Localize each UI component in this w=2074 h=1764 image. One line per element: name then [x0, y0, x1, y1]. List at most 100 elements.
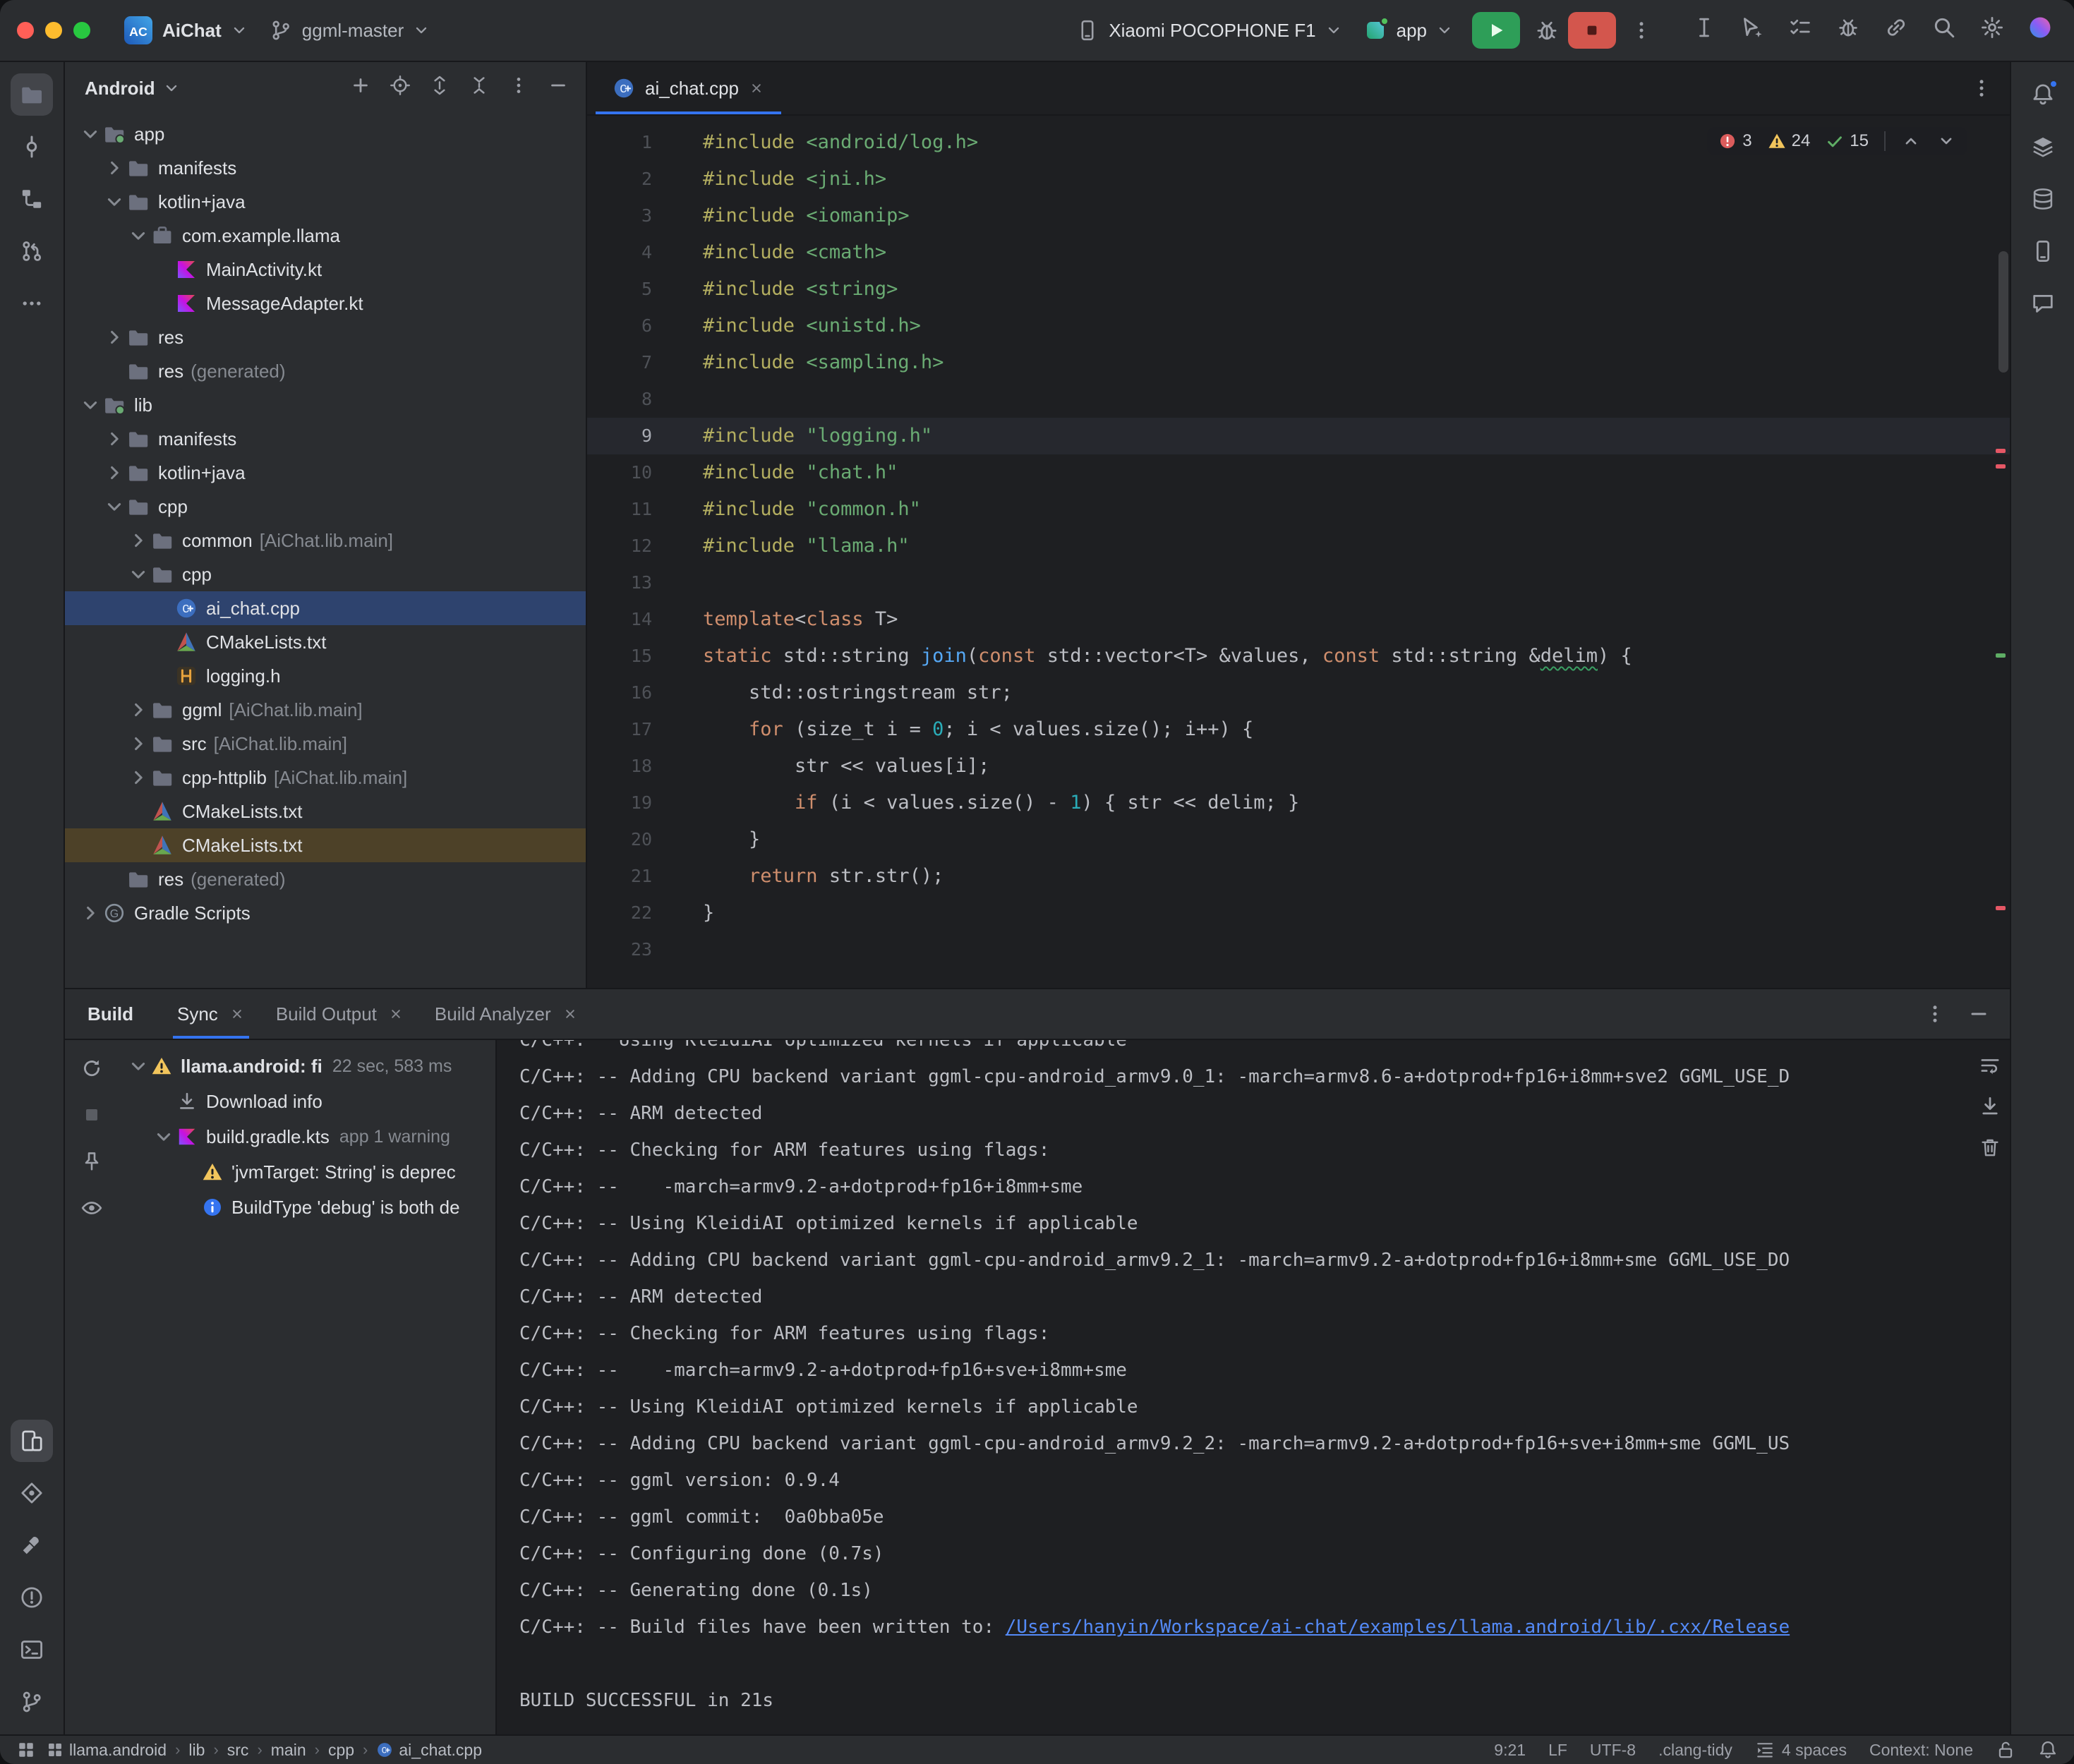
run-config-selector[interactable]: app: [1353, 13, 1464, 47]
tree-item-res[interactable]: res: [65, 320, 586, 354]
build-tool-icon[interactable]: [11, 1524, 53, 1566]
errors-badge[interactable]: 3: [1718, 131, 1752, 151]
editor-tab-options[interactable]: [1970, 62, 2010, 114]
project-selector[interactable]: AC AiChat: [113, 11, 258, 50]
console-link[interactable]: /Users/hanyin/Workspace/ai-chat/examples…: [1006, 1617, 1790, 1638]
pull-requests-tool-icon[interactable]: [11, 230, 53, 272]
tree-chevron-icon[interactable]: [103, 326, 126, 349]
line-number[interactable]: 18: [587, 748, 652, 785]
line-separator-widget[interactable]: LF: [1548, 1741, 1567, 1760]
line-number[interactable]: 19: [587, 785, 652, 821]
soft-wrap-icon[interactable]: [1979, 1054, 2001, 1077]
more-tools-icon[interactable]: [11, 282, 53, 325]
app-insights-icon[interactable]: [1836, 16, 1860, 45]
line-number[interactable]: 22: [587, 895, 652, 931]
hide-panel-icon[interactable]: [1967, 1003, 1990, 1025]
todo-checklist-icon[interactable]: [1788, 16, 1812, 45]
line-number[interactable]: 11: [587, 491, 652, 528]
build-tree-item-llama-android-fi[interactable]: llama.android: fi22 sec, 583 ms: [119, 1049, 495, 1084]
version-control-tool-icon[interactable]: [11, 1681, 53, 1723]
line-number[interactable]: 2: [587, 161, 652, 198]
build-tree-item-download-info[interactable]: Download info: [119, 1084, 495, 1119]
breadcrumb-llama-android[interactable]: llama.android: [47, 1741, 167, 1760]
tree-item-manifests[interactable]: manifests: [65, 151, 586, 185]
commit-tool-icon[interactable]: [11, 126, 53, 168]
line-number[interactable]: 9: [587, 418, 652, 454]
search-icon[interactable]: [1932, 16, 1956, 45]
close-tab-icon[interactable]: [749, 80, 764, 96]
run-more-actions-button[interactable]: [1630, 19, 1653, 42]
close-tab-icon[interactable]: [562, 1006, 578, 1022]
previous-problem-icon[interactable]: [1901, 131, 1921, 151]
app-quality-insights-tool-icon[interactable]: [2022, 282, 2064, 325]
panel-options-icon[interactable]: [508, 75, 529, 102]
line-number[interactable]: 14: [587, 601, 652, 638]
passed-badge[interactable]: 15: [1826, 131, 1869, 151]
build-console[interactable]: C/C++: Using KleidiAI optimized kernels …: [497, 1040, 2010, 1734]
error-stripe-mark[interactable]: [1996, 449, 2006, 453]
line-number[interactable]: 5: [587, 271, 652, 308]
line-number[interactable]: 3: [587, 198, 652, 234]
scroll-to-end-icon[interactable]: [1979, 1095, 2001, 1118]
window-layout-icon[interactable]: [17, 1741, 35, 1759]
editor-tab-ai-chat-cpp[interactable]: C ai_chat.cpp: [596, 62, 781, 114]
tree-item-kotlin-java[interactable]: kotlin+java: [65, 185, 586, 219]
line-number[interactable]: 21: [587, 858, 652, 895]
error-stripe-mark[interactable]: [1996, 906, 2006, 910]
tree-item-lib[interactable]: lib: [65, 388, 586, 422]
zoom-window-button[interactable]: [73, 22, 90, 39]
settings-icon[interactable]: [1980, 16, 2004, 45]
tree-chevron-icon[interactable]: [127, 732, 150, 755]
error-stripe-mark[interactable]: [1996, 653, 2006, 658]
editor-scrollbar[interactable]: [1998, 251, 2008, 373]
clang-tidy-widget[interactable]: .clang-tidy: [1658, 1741, 1732, 1760]
line-number[interactable]: 16: [587, 675, 652, 711]
stop-disabled-icon[interactable]: [80, 1104, 103, 1132]
device-manager-tool-icon[interactable]: [2022, 230, 2064, 272]
indent-widget[interactable]: 4 spaces: [1755, 1740, 1847, 1760]
project-tool-icon[interactable]: [11, 73, 53, 116]
close-tab-icon[interactable]: [229, 1006, 245, 1022]
tree-chevron-icon[interactable]: [127, 766, 150, 789]
tree-chevron-icon[interactable]: [127, 699, 150, 721]
tree-chevron-icon[interactable]: [79, 902, 102, 924]
running-devices-tool-icon[interactable]: [11, 1420, 53, 1462]
line-number[interactable]: 12: [587, 528, 652, 564]
tree-item-cpp[interactable]: cpp: [65, 490, 586, 524]
panel-options-icon[interactable]: [1924, 1003, 1946, 1025]
tree-chevron-icon[interactable]: [152, 1125, 175, 1148]
breadcrumb-main[interactable]: main: [271, 1741, 306, 1760]
line-number[interactable]: 6: [587, 308, 652, 344]
tree-item-src[interactable]: src [AiChat.lib.main]: [65, 727, 586, 761]
add-icon[interactable]: [350, 75, 371, 102]
gradle-tool-icon[interactable]: [2022, 126, 2064, 168]
tree-item-gradle-scripts[interactable]: GGradle Scripts: [65, 896, 586, 930]
tree-item-com-example-llama[interactable]: com.example.llama: [65, 219, 586, 253]
show-options-icon[interactable]: [80, 1197, 103, 1225]
tree-item-cpp[interactable]: cpp: [65, 557, 586, 591]
tree-chevron-icon[interactable]: [103, 461, 126, 484]
tree-chevron-icon[interactable]: [103, 157, 126, 179]
device-link-icon[interactable]: [1884, 16, 1908, 45]
pin-tab-icon[interactable]: [80, 1150, 103, 1178]
tree-chevron-icon[interactable]: [79, 394, 102, 416]
encoding-widget[interactable]: UTF-8: [1590, 1741, 1636, 1760]
project-view-selector[interactable]: Android: [85, 78, 179, 99]
breadcrumb-ai-chat-cpp[interactable]: Cai_chat.cpp: [376, 1741, 482, 1760]
line-number[interactable]: 1: [587, 124, 652, 161]
tree-item-res[interactable]: res (generated): [65, 862, 586, 896]
next-problem-icon[interactable]: [1936, 131, 1956, 151]
tab-sync[interactable]: Sync: [162, 989, 260, 1039]
tree-chevron-icon[interactable]: [103, 495, 126, 518]
notifications-icon[interactable]: [2038, 1740, 2058, 1760]
tab-build-analyzer[interactable]: Build Analyzer: [419, 989, 593, 1039]
tree-item-cmakelists-txt[interactable]: CMakeLists.txt: [65, 795, 586, 828]
line-number[interactable]: 20: [587, 821, 652, 858]
notifications-tool-icon[interactable]: [2022, 73, 2064, 116]
collapse-all-icon[interactable]: [469, 75, 490, 102]
build-tree-item-buildtype-debug-is-both-de[interactable]: BuildType 'debug' is both de: [119, 1190, 495, 1225]
warnings-badge[interactable]: 24: [1768, 131, 1811, 151]
tree-item-cmakelists-txt[interactable]: CMakeLists.txt: [65, 828, 586, 862]
terminal-tool-icon[interactable]: [11, 1629, 53, 1671]
line-number[interactable]: 4: [587, 234, 652, 271]
